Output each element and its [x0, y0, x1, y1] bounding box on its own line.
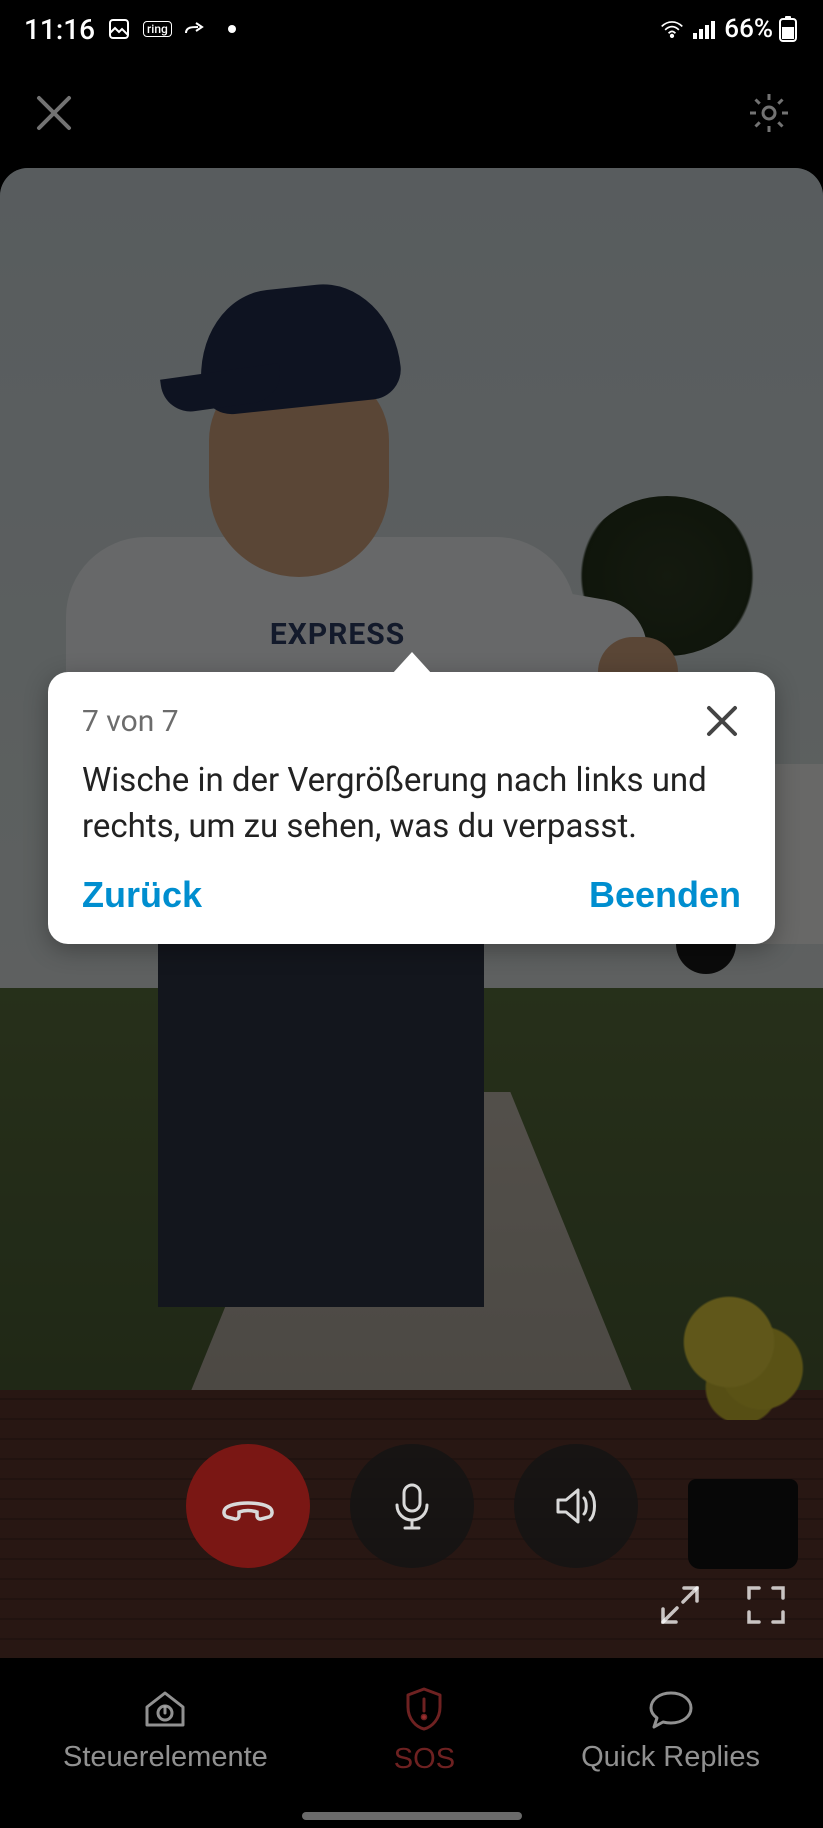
expand-view-button[interactable] [657, 1582, 703, 1628]
notification-dot-icon [220, 17, 244, 41]
battery-icon [777, 15, 799, 43]
status-bar-left: 11:16 ring [24, 13, 244, 46]
fullscreen-button[interactable] [743, 1582, 789, 1628]
battery-text: 66% [724, 14, 773, 44]
settings-button[interactable] [741, 85, 797, 141]
close-icon [31, 90, 77, 136]
microphone-icon [385, 1479, 439, 1533]
speaker-icon [548, 1478, 604, 1534]
tooltip-step-counter: 7 von 7 [82, 704, 179, 739]
close-button[interactable] [26, 85, 82, 141]
sos-shield-icon [402, 1685, 446, 1733]
screen-root: 11:16 ring 66% [0, 0, 823, 1828]
coachmark-tooltip: 7 von 7 Wische in der Vergrößerung nach … [48, 672, 775, 944]
tooltip-header: 7 von 7 [82, 702, 741, 740]
battery-indicator: 66% [724, 14, 799, 44]
tooltip-actions: Zurück Beenden [82, 874, 741, 916]
status-time: 11:16 [24, 13, 95, 46]
close-icon [703, 702, 741, 740]
hangup-icon [217, 1475, 279, 1537]
viewport-icons [657, 1582, 789, 1628]
tooltip-back-button[interactable]: Zurück [82, 874, 202, 916]
tab-quick-replies[interactable]: Quick Replies [581, 1687, 760, 1774]
microphone-button[interactable] [350, 1444, 474, 1568]
call-forward-icon [184, 17, 208, 41]
tab-sos-label: SOS [394, 1743, 455, 1776]
gear-icon [746, 90, 792, 136]
expand-icon [657, 1582, 703, 1628]
hangup-button[interactable] [186, 1444, 310, 1568]
tooltip-finish-button[interactable]: Beenden [589, 874, 741, 916]
gallery-icon [107, 17, 131, 41]
tab-controls[interactable]: Steuerelemente [63, 1687, 268, 1774]
ring-app-icon: ring [143, 21, 172, 37]
tab-sos[interactable]: SOS [394, 1685, 455, 1776]
tooltip-body-text: Wische in der Vergrößerung nach links un… [82, 758, 741, 850]
gesture-nav-pill[interactable] [302, 1812, 522, 1820]
call-controls [0, 1444, 823, 1568]
tooltip-close-button[interactable] [703, 702, 741, 740]
status-bar-right: 66% [660, 14, 799, 44]
fullscreen-icon [743, 1582, 789, 1628]
top-app-bar [0, 58, 823, 168]
bottom-tab-bar: Steuerelemente SOS Quick Replies [0, 1660, 823, 1800]
house-power-icon [141, 1687, 189, 1731]
signal-icon [692, 17, 716, 41]
tab-controls-label: Steuerelemente [63, 1741, 268, 1774]
speaker-button[interactable] [514, 1444, 638, 1568]
wifi-icon [660, 17, 684, 41]
status-bar: 11:16 ring 66% [0, 0, 823, 58]
speech-bubble-icon [646, 1687, 696, 1731]
tooltip-arrow [392, 652, 432, 674]
tab-quick-replies-label: Quick Replies [581, 1741, 760, 1774]
